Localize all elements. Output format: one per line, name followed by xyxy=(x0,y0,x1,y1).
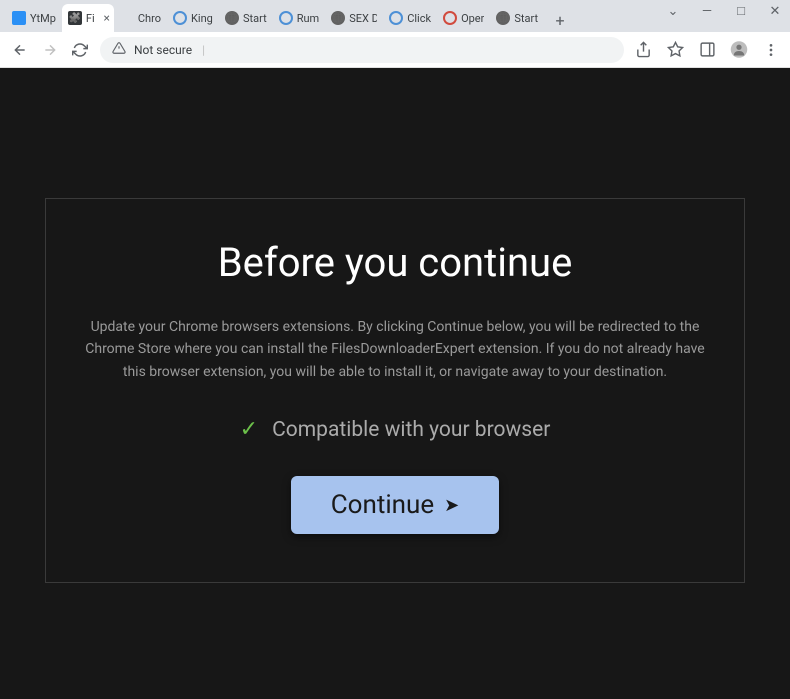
toolbar: Not secure | xyxy=(0,32,790,68)
favicon-icon xyxy=(12,11,26,25)
separator: | xyxy=(202,43,205,57)
side-panel-icon[interactable] xyxy=(698,41,716,59)
share-icon[interactable] xyxy=(634,41,652,59)
tab-rum[interactable]: Rum xyxy=(273,4,326,32)
arrow-right-icon: ➤ xyxy=(444,495,459,516)
tab-sexd[interactable]: SEX D xyxy=(325,4,383,32)
profile-avatar-icon[interactable] xyxy=(730,41,748,59)
favicon-icon xyxy=(389,11,403,25)
tab-label: YtMp xyxy=(30,12,56,25)
puzzle-icon xyxy=(68,11,82,25)
maximize-icon[interactable]: □ xyxy=(734,4,748,18)
back-button[interactable] xyxy=(10,40,30,60)
reload-button[interactable] xyxy=(70,40,90,60)
compatibility-text: Compatible with your browser xyxy=(272,418,550,442)
tab-label: SEX D xyxy=(349,12,377,25)
globe-icon xyxy=(225,11,239,25)
favicon-icon xyxy=(120,11,134,25)
check-icon: ✓ xyxy=(240,417,258,442)
window-controls: ⌄ ― □ ✕ xyxy=(666,4,782,18)
tab-label: Start xyxy=(514,12,538,25)
not-secure-label: Not secure xyxy=(134,43,192,57)
tab-chro[interactable]: Chro xyxy=(114,4,167,32)
tab-start1[interactable]: Start xyxy=(219,4,273,32)
chevron-down-icon[interactable]: ⌄ xyxy=(666,4,680,18)
favicon-icon xyxy=(279,11,293,25)
tab-start2[interactable]: Start xyxy=(490,4,544,32)
new-tab-button[interactable]: + xyxy=(548,8,572,32)
tab-label: Click xyxy=(407,12,431,25)
address-bar[interactable]: Not secure | xyxy=(100,37,624,63)
tab-label: Start xyxy=(243,12,267,25)
tab-oper[interactable]: Oper xyxy=(437,4,490,32)
tab-label: Chro xyxy=(138,12,161,25)
tab-label: Rum xyxy=(297,12,320,25)
close-icon[interactable]: ✕ xyxy=(768,4,782,18)
continue-button[interactable]: Continue ➤ xyxy=(291,476,500,534)
tab-strip: YtMp Fi × Chro King Start Rum SEX D xyxy=(0,0,790,32)
toolbar-right xyxy=(634,41,780,59)
minimize-icon[interactable]: ― xyxy=(700,4,714,18)
tab-label: King xyxy=(191,12,213,25)
tab-ytmp[interactable]: YtMp xyxy=(6,4,62,32)
favicon-icon xyxy=(173,11,187,25)
not-secure-icon xyxy=(112,41,126,58)
favicon-icon xyxy=(443,11,457,25)
bookmark-star-icon[interactable] xyxy=(666,41,684,59)
continue-button-label: Continue xyxy=(331,490,434,520)
tab-label: Oper xyxy=(461,12,484,25)
forward-button[interactable] xyxy=(40,40,60,60)
dialog-title: Before you continue xyxy=(84,239,706,286)
tab-label: Fi xyxy=(86,12,95,25)
tab-fi-active[interactable]: Fi × xyxy=(62,4,114,32)
tab-click[interactable]: Click xyxy=(383,4,437,32)
page-content: Before you continue Update your Chrome b… xyxy=(0,68,790,699)
tab-king[interactable]: King xyxy=(167,4,219,32)
menu-kebab-icon[interactable] xyxy=(762,41,780,59)
globe-icon xyxy=(496,11,510,25)
continue-dialog: Before you continue Update your Chrome b… xyxy=(45,198,745,583)
dialog-body: Update your Chrome browsers extensions. … xyxy=(84,316,706,383)
close-icon[interactable]: × xyxy=(103,11,109,25)
globe-icon xyxy=(331,11,345,25)
browser-window: YtMp Fi × Chro King Start Rum SEX D xyxy=(0,0,790,699)
compatibility-row: ✓ Compatible with your browser xyxy=(84,417,706,442)
